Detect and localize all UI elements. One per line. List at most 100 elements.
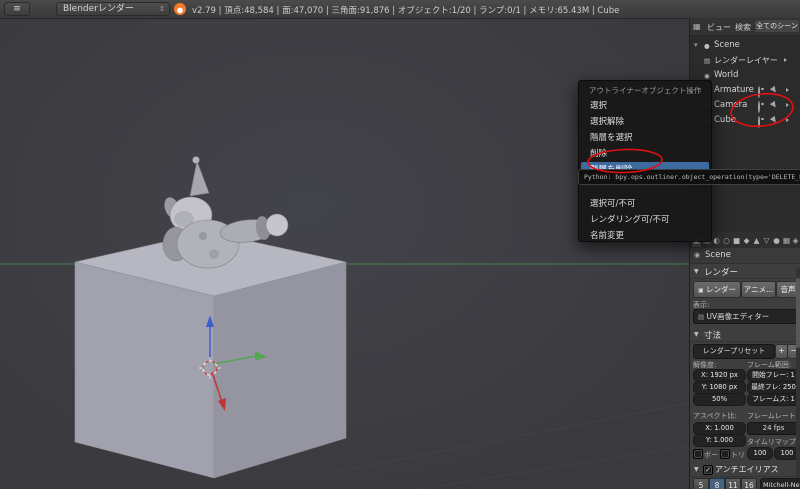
info-header-bar: ≡ Blenderレンダー ↕ v2.79 | 頂点:48,584 | 面:47…: [0, 0, 800, 19]
frame-step-value: フレームス: 1: [752, 395, 795, 403]
menu-item-select-hierarchy[interactable]: 階層を選択: [579, 130, 711, 146]
time-remap-label: タイムリマップ: [747, 438, 796, 446]
remap-new-value: 100: [780, 449, 794, 457]
border-checkbox[interactable]: [693, 449, 703, 459]
render-engine-dropdown[interactable]: Blenderレンダー ↕: [56, 2, 170, 16]
tree-label[interactable]: Armature: [714, 85, 754, 95]
scene-statistics: v2.79 | 頂点:48,584 | 面:47,070 | 三角面:91,87…: [192, 6, 620, 16]
tree-row-scene[interactable]: ▾ ● Scene: [690, 38, 800, 53]
aa-filter-dropdown[interactable]: Mitchell-Netrav: [760, 478, 800, 489]
crop-checkbox[interactable]: [720, 449, 730, 459]
python-tooltip: Python: bpy.ops.outliner.object_operatio…: [578, 169, 800, 185]
blender-window: ≡ Blenderレンダー ↕ v2.79 | 頂点:48,584 | 面:47…: [0, 0, 800, 489]
display-mode-dropdown[interactable]: ▤ UV画像エディター: [693, 309, 799, 324]
properties-panel: ▣ ▤ ◐ ○ ■ ◆ ▲ ▽ ● ▦ ◈ ◉ Scene ▼ レンダー ▣ レ…: [689, 232, 800, 489]
section-title: 寸法: [704, 331, 722, 341]
tab-texture[interactable]: ▦: [782, 234, 791, 247]
aspect-y-value: Y: 1.000: [705, 436, 734, 444]
aa-samples-5-button[interactable]: 5: [693, 478, 709, 489]
blender-logo-icon: [174, 3, 186, 15]
aa-samples-11-button[interactable]: 11: [725, 478, 741, 489]
collapse-triangle-icon: ▼: [694, 268, 699, 275]
fps-dropdown[interactable]: 24 fps: [747, 422, 800, 435]
animation-button[interactable]: アニメ...: [741, 281, 776, 298]
tab-constraints[interactable]: ◆: [742, 234, 751, 247]
expand-open-icon[interactable]: ▾: [694, 41, 698, 49]
tab-object[interactable]: ■: [732, 234, 741, 247]
menu-item-select[interactable]: 選択: [579, 98, 711, 114]
scene-breadcrumb-icon: ◉: [694, 251, 701, 259]
resolution-scale-value: 50%: [711, 395, 728, 403]
outliner-view-menu[interactable]: ビュー: [707, 22, 731, 33]
aspect-x-value: X: 1.000: [705, 424, 734, 432]
render-preset-value: レンダープリセット: [702, 347, 766, 355]
tab-particles[interactable]: ◈: [791, 234, 800, 247]
fps-value: 24 fps: [762, 424, 785, 432]
animation-button-label: アニメ...: [743, 285, 774, 294]
frame-end-value: 最終フレ: 250: [751, 383, 796, 391]
tree-label[interactable]: Scene: [714, 40, 740, 50]
tree-label[interactable]: Camera: [714, 100, 747, 110]
tree-row-render-layers[interactable]: ▤ レンダーレイヤー: [690, 53, 800, 68]
editor-type-button[interactable]: ≡: [4, 2, 30, 16]
antialiasing-section-header[interactable]: ▼ ✓ アンチエイリアス: [690, 463, 800, 477]
updown-arrow-icon: ↕: [159, 5, 165, 13]
tab-world[interactable]: ○: [722, 234, 731, 247]
selectability-arrow-icon[interactable]: [769, 100, 779, 110]
menu-item-rename[interactable]: 名前変更: [579, 228, 711, 244]
border-checkbox-label: ボー: [704, 451, 718, 459]
menu-item-delete[interactable]: 削除: [579, 146, 711, 162]
outliner-editor-icon[interactable]: ▦: [693, 22, 701, 31]
tree-label[interactable]: World: [714, 70, 738, 80]
tab-modifiers[interactable]: ▲: [752, 234, 761, 247]
aa-samples-16-button[interactable]: 16: [741, 478, 757, 489]
menu-item-deselect[interactable]: 選択解除: [579, 114, 711, 130]
menu-item-toggle-renderable[interactable]: レンダリング可/不可: [579, 212, 711, 228]
collapse-triangle-icon: ▼: [694, 466, 699, 473]
properties-scrollbar[interactable]: [796, 268, 800, 478]
visibility-eye-icon[interactable]: [758, 101, 760, 113]
frame-start-value: 開始フレー: 1: [752, 371, 795, 379]
selectability-arrow-icon[interactable]: [769, 115, 779, 125]
section-title: アンチエイリアス: [715, 465, 779, 474]
render-button-label: レンダー: [706, 285, 737, 294]
render-engine-value: Blenderレンダー: [63, 4, 134, 14]
context-menu-title: アウトライナーオブジェクト操作: [589, 86, 702, 95]
menu-item-toggle-selectable[interactable]: 選択可/不可: [579, 196, 711, 212]
editor-type-icon: ≡: [13, 4, 21, 14]
dimensions-section-header[interactable]: ▼ 寸法: [690, 328, 800, 342]
crop-checkbox-label: トリ: [731, 451, 745, 459]
render-button[interactable]: ▣ レンダー: [693, 281, 741, 298]
selectability-arrow-icon[interactable]: [769, 85, 779, 95]
frame-rate-label: フレームレート:: [747, 412, 799, 420]
plus-icon: +: [778, 346, 785, 355]
render-section-header[interactable]: ▼ レンダー: [690, 265, 800, 279]
collapse-triangle-icon: ▼: [694, 331, 699, 338]
tree-label[interactable]: レンダーレイヤー: [714, 55, 778, 66]
resolution-scale-field[interactable]: 50%: [693, 393, 746, 406]
tree-label[interactable]: Cube: [714, 115, 736, 125]
display-mode-value: UV画像エディター: [706, 312, 770, 321]
render-image-icon: ▣: [697, 287, 704, 294]
properties-breadcrumb: ◉ Scene: [690, 248, 800, 264]
render-preset-dropdown[interactable]: レンダープリセット: [693, 344, 775, 359]
outliner-display-mode-dropdown[interactable]: 全てのシーン: [755, 20, 799, 32]
resolution-y-value: Y: 1080 px: [701, 383, 738, 391]
breadcrumb-label[interactable]: Scene: [705, 250, 731, 260]
aspect-y-field[interactable]: Y: 1.000: [693, 434, 746, 447]
outliner-search-menu[interactable]: 検索: [735, 22, 751, 33]
antialiasing-checkbox[interactable]: ✓: [703, 465, 713, 475]
remap-old-field[interactable]: 100: [747, 447, 773, 460]
outliner-context-menu: アウトライナーオブジェクト操作 選択 選択解除 階層を選択 削除 階層を削除 選…: [578, 80, 712, 242]
resolution-x-value: X: 1920 px: [701, 371, 738, 379]
audio-button-label: 音声: [780, 285, 796, 294]
scrollbar-thumb[interactable]: [796, 278, 800, 348]
tab-scene[interactable]: ◐: [712, 234, 721, 247]
aa-samples-8-button[interactable]: 8: [709, 478, 725, 489]
editor-glyph-icon: ▤: [698, 313, 705, 321]
tab-material[interactable]: ●: [772, 234, 781, 247]
tab-data[interactable]: ▽: [762, 234, 771, 247]
visibility-eye-icon[interactable]: [758, 116, 760, 128]
visibility-eye-icon[interactable]: [758, 86, 760, 98]
frame-step-field[interactable]: フレームス: 1: [747, 393, 800, 406]
